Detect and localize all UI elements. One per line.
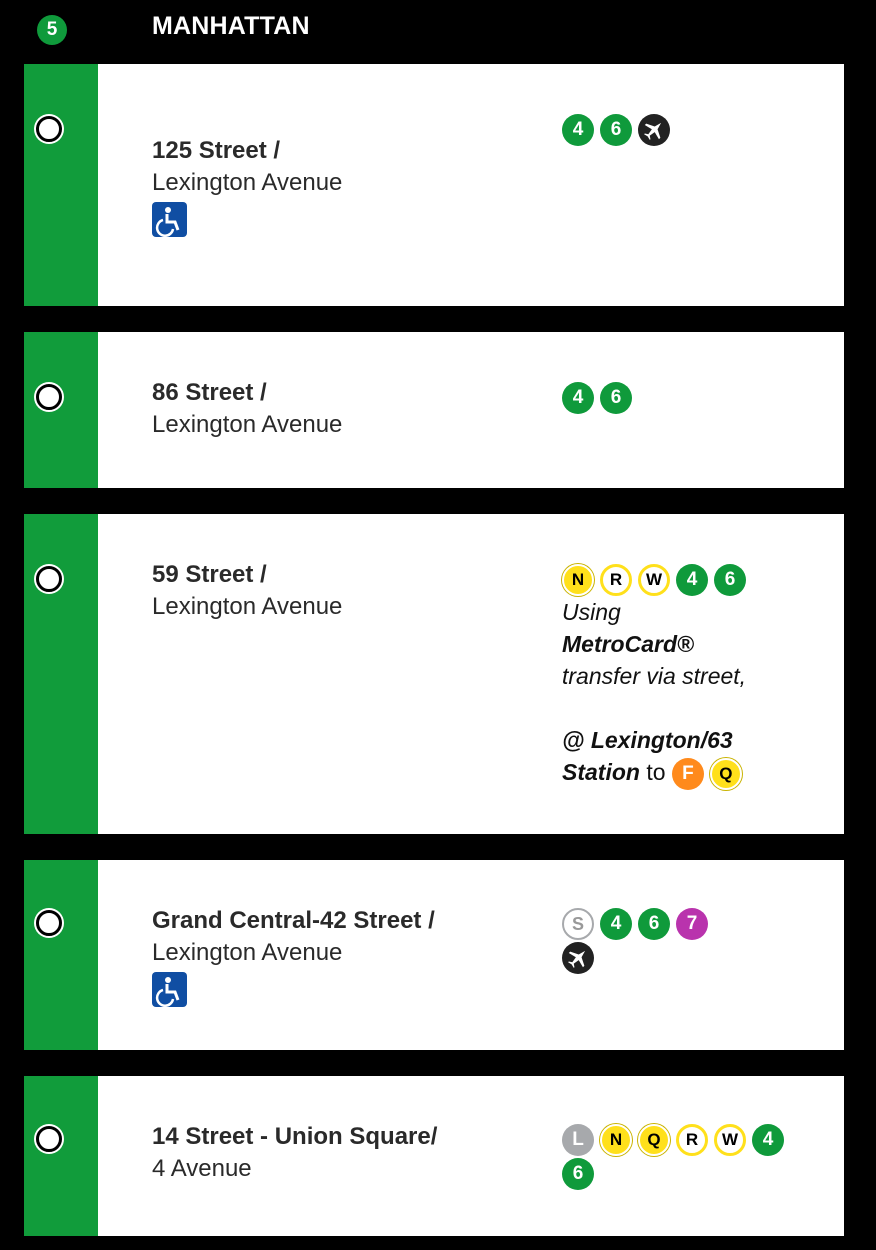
route-line-strip (24, 64, 98, 306)
transfer-lines: LNQRW4 6 (562, 1122, 822, 1190)
station-card-union-square[interactable]: 14 Street - Union Square/ 4 Avenue LNQRW… (24, 1076, 844, 1236)
route-5-bullet: 5 (37, 15, 67, 45)
line-Q-bullet[interactable]: Q (638, 1123, 670, 1156)
line-R-bullet[interactable]: R (600, 563, 632, 596)
line-6-bullet[interactable]: 6 (600, 381, 632, 414)
station-name-line2: Lexington Avenue (152, 939, 343, 966)
route-line-strip (24, 860, 98, 1050)
line-6-bullet[interactable]: 6 (638, 907, 670, 940)
station-name-line2: 4 Avenue (152, 1155, 252, 1182)
station-name-line1: 125 Street / (152, 137, 281, 164)
airport-icon (562, 941, 594, 974)
note-using: Using (562, 599, 621, 625)
line-R-bullet[interactable]: R (676, 1123, 708, 1156)
station-name-line1: 59 Street / (152, 561, 267, 588)
transfer-lines: 46 (562, 112, 822, 146)
station-name-line2: Lexington Avenue (152, 169, 343, 196)
station-card-86-street[interactable]: 86 Street / Lexington Avenue 46 (24, 332, 844, 488)
note-station: Station (562, 759, 640, 785)
transfer-lines: S467 (562, 906, 822, 974)
station-name[interactable]: 59 Street / Lexington Avenue (152, 559, 342, 623)
airport-icon (638, 113, 670, 146)
line-N-bullet[interactable]: N (600, 1123, 632, 1156)
station-card-grand-central[interactable]: Grand Central-42 Street / Lexington Aven… (24, 860, 844, 1050)
station-name[interactable]: 14 Street - Union Square/ 4 Avenue (152, 1121, 437, 1185)
station-name-line2: Lexington Avenue (152, 411, 343, 438)
station-name-line1: Grand Central-42 Street / (152, 907, 435, 934)
line-L-bullet[interactable]: L (562, 1123, 594, 1156)
station-card-125-street[interactable]: 125 Street / Lexington Avenue 46 (24, 64, 844, 306)
station-name-line1: 14 Street - Union Square/ (152, 1123, 438, 1150)
wheelchair-accessible-icon (152, 202, 187, 237)
line-F-bullet[interactable]: F (671, 757, 704, 790)
station-stop-icon (36, 116, 62, 142)
route-line-strip (24, 1076, 98, 1236)
line-4-bullet[interactable]: 4 (562, 381, 594, 414)
station-name[interactable]: 125 Street / Lexington Avenue (152, 135, 342, 246)
station-stop-icon (36, 566, 62, 592)
note-at-station: @ Lexington/63 (562, 727, 733, 753)
line-4-bullet[interactable]: 4 (676, 563, 708, 596)
station-name[interactable]: 86 Street / Lexington Avenue (152, 377, 342, 441)
station-stop-icon (36, 910, 62, 936)
line-6-bullet[interactable]: 6 (714, 563, 746, 596)
line-Q-bullet[interactable]: Q (709, 757, 742, 790)
line-W-bullet[interactable]: W (638, 563, 670, 596)
route-line-strip (24, 514, 98, 834)
transfer-lines: NRW46 Using MetroCard® transfer via stre… (562, 562, 822, 790)
note-to: to (646, 759, 666, 785)
station-name-line2: Lexington Avenue (152, 593, 343, 620)
station-card-59-street[interactable]: 59 Street / Lexington Avenue NRW46 Using… (24, 514, 844, 834)
station-stop-icon (36, 1126, 62, 1152)
wheelchair-accessible-icon (152, 972, 187, 1007)
line-4-bullet[interactable]: 4 (562, 113, 594, 146)
station-stop-icon (36, 384, 62, 410)
route-header: 5 MANHATTAN (0, 0, 876, 64)
line-4-bullet[interactable]: 4 (600, 907, 632, 940)
station-name[interactable]: Grand Central-42 Street / Lexington Aven… (152, 905, 435, 1016)
line-6-bullet[interactable]: 6 (600, 113, 632, 146)
route-line-strip (24, 332, 98, 488)
borough-title: MANHATTAN (152, 12, 310, 40)
transfer-note: Using MetroCard® transfer via street, @ … (562, 596, 822, 790)
line-S-bullet[interactable]: S (562, 907, 594, 940)
line-N-bullet[interactable]: N (562, 563, 594, 596)
line-W-bullet[interactable]: W (714, 1123, 746, 1156)
line-6-bullet[interactable]: 6 (562, 1157, 594, 1190)
line-7-bullet[interactable]: 7 (676, 907, 708, 940)
line-4-bullet[interactable]: 4 (752, 1123, 784, 1156)
transfer-lines: 46 (562, 380, 822, 414)
note-transfer: transfer via street, (562, 663, 747, 689)
note-metrocard: MetroCard® (562, 631, 694, 657)
station-name-line1: 86 Street / (152, 379, 267, 406)
